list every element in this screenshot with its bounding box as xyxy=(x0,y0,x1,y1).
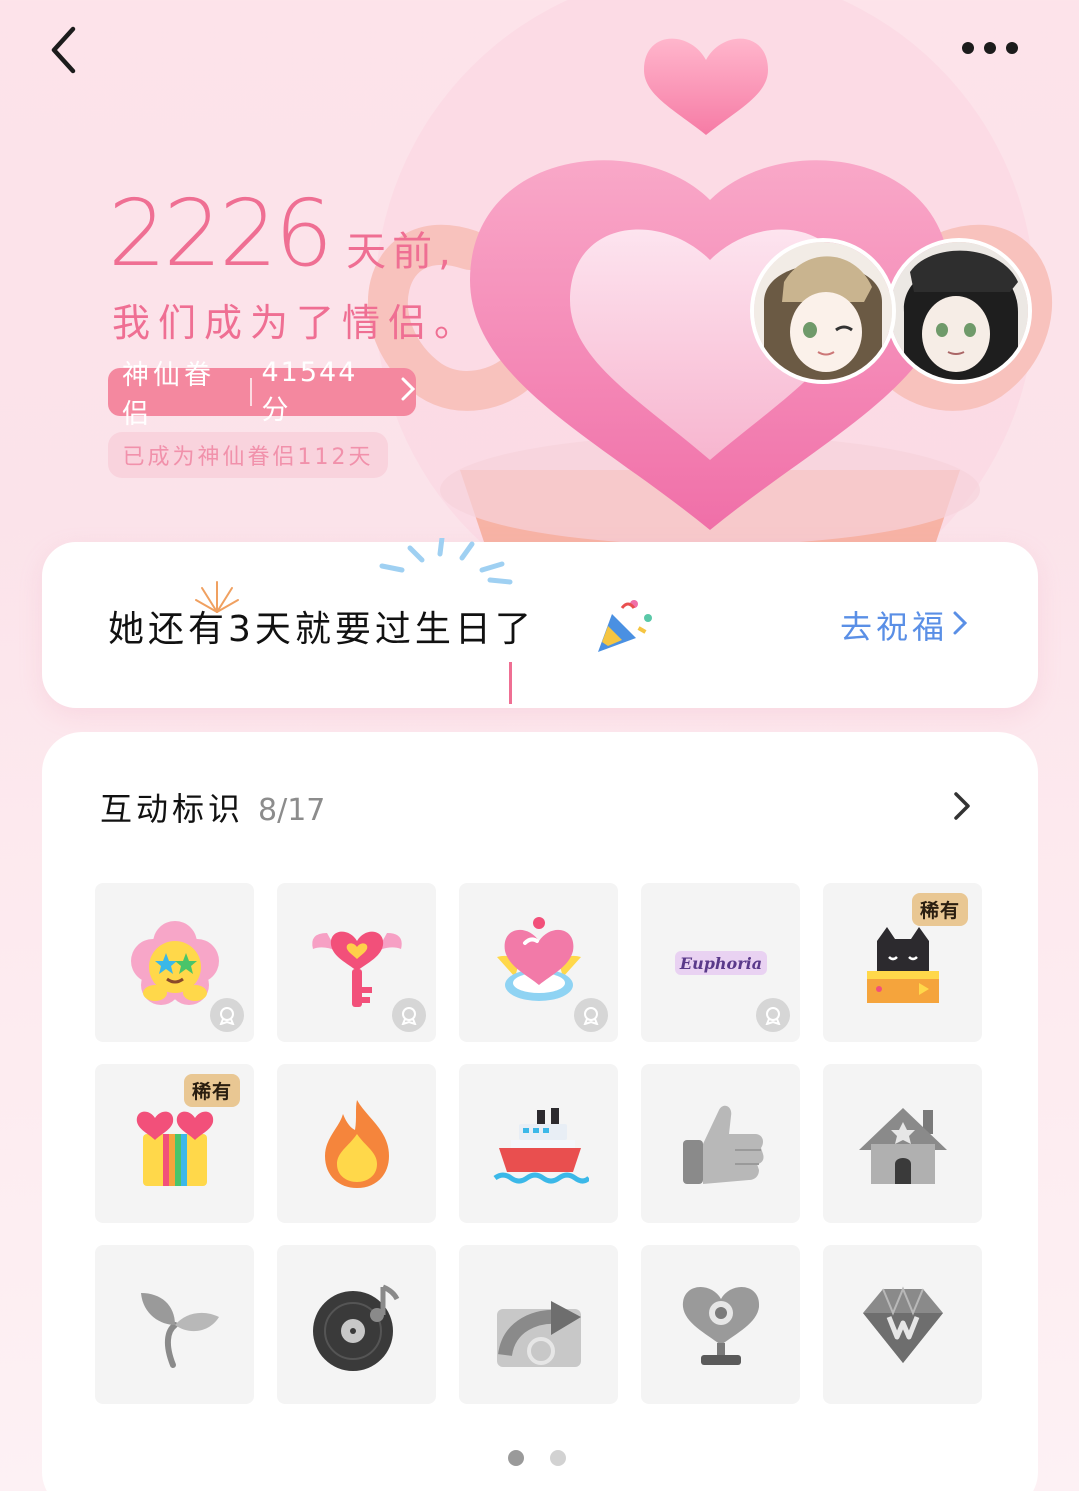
badge-black-cat[interactable]: 稀有 xyxy=(823,883,982,1042)
wear-status-icon xyxy=(210,998,244,1032)
days-suffix: 天前, xyxy=(346,229,457,275)
days-count: 2226 xyxy=(108,180,333,287)
chevron-left-icon xyxy=(51,26,76,74)
page-indicator xyxy=(508,1450,566,1466)
wear-status-icon xyxy=(574,998,608,1032)
qzone-house-icon xyxy=(858,1107,947,1184)
badge-music-record[interactable] xyxy=(277,1245,436,1404)
heart-crown-icon xyxy=(496,916,581,1001)
badge-diamond-gem[interactable] xyxy=(823,1245,982,1404)
badge-starry-flower[interactable] xyxy=(95,883,254,1042)
badge-qzone-house[interactable] xyxy=(823,1064,982,1223)
badge-heart-crown[interactable] xyxy=(459,883,618,1042)
send-wishes-label: 去祝福 xyxy=(840,608,949,646)
more-dot-icon xyxy=(962,42,974,54)
divider xyxy=(249,378,252,406)
chevron-right-icon xyxy=(954,792,970,820)
avatar[interactable] xyxy=(750,238,896,384)
badge-flame[interactable] xyxy=(277,1064,436,1223)
badge-thumbs-up[interactable] xyxy=(641,1064,800,1223)
days-together: 2226 天前, xyxy=(108,188,457,280)
badge-cruise-ship[interactable] xyxy=(459,1064,618,1223)
party-popper-icon xyxy=(598,600,652,652)
more-button[interactable] xyxy=(952,30,1028,66)
avatar[interactable] xyxy=(886,238,1032,384)
firework-icon xyxy=(379,538,513,585)
euphoria-logo-icon: Euphoria xyxy=(674,950,767,975)
wear-status-icon xyxy=(756,998,790,1032)
badges-count: 8/17 xyxy=(258,793,326,828)
flame-icon xyxy=(324,1099,389,1188)
interaction-badges-card: 互动标识 8/17 Euphoria 稀有 稀有 xyxy=(42,732,1038,1491)
thumbs-up-icon xyxy=(682,1105,764,1184)
page-dot-active[interactable] xyxy=(508,1450,524,1466)
more-dot-icon xyxy=(1006,42,1018,54)
badge-heart-key[interactable] xyxy=(277,883,436,1042)
birthday-message: 她还有3天就要过生日了 xyxy=(108,609,535,650)
rare-tag: 稀有 xyxy=(183,1074,240,1107)
badges-more-button[interactable] xyxy=(942,786,982,826)
badge-heart-trophy[interactable] xyxy=(641,1245,800,1404)
starry-eyed-flower-icon xyxy=(130,920,219,1005)
badge-euphoria[interactable]: Euphoria xyxy=(641,883,800,1042)
rare-tag: 稀有 xyxy=(911,893,968,926)
heart-key-icon xyxy=(311,931,402,1007)
send-wishes-button[interactable]: 去祝福 xyxy=(840,602,968,648)
heart-trophy-icon xyxy=(682,1286,759,1365)
text-cursor xyxy=(509,662,512,704)
cruise-ship-icon xyxy=(493,1107,589,1183)
badge-rainbow-gift[interactable]: 稀有 xyxy=(95,1064,254,1223)
back-button[interactable] xyxy=(38,22,88,78)
level-score: 41544 分 xyxy=(261,357,358,426)
level-duration-badge: 已成为神仙眷侣112天 xyxy=(108,432,388,478)
avatar-girl-illustration xyxy=(754,242,892,380)
more-dot-icon xyxy=(984,42,996,54)
badges-header: 互动标识 8/17 xyxy=(100,784,325,830)
level-name: 神仙眷侣 xyxy=(122,360,215,430)
chevron-right-icon xyxy=(952,606,968,644)
wear-status-icon xyxy=(392,998,426,1032)
page-dot[interactable] xyxy=(550,1450,566,1466)
badge-share-arrow[interactable] xyxy=(459,1245,618,1404)
share-arrow-icon xyxy=(496,1300,581,1367)
birthday-reminder-card[interactable]: 她还有3天就要过生日了 去祝福 xyxy=(42,538,1038,708)
black-cat-box-icon xyxy=(866,926,939,1003)
level-score-button[interactable]: 神仙眷侣 41544 分 xyxy=(108,357,416,430)
badge-grid: Euphoria 稀有 稀有 xyxy=(95,883,983,1404)
avatar-boy-illustration xyxy=(890,242,1028,380)
badges-title: 互动标识 xyxy=(100,790,245,828)
rainbow-gift-box-icon xyxy=(136,1111,213,1186)
svg-text:Euphoria: Euphoria xyxy=(678,954,761,973)
sprout-icon xyxy=(140,1292,219,1368)
chevron-right-icon xyxy=(400,376,416,409)
relationship-subtitle: 我们成为了情侣。 xyxy=(112,301,481,345)
music-record-icon xyxy=(312,1284,399,1371)
diamond-gem-icon xyxy=(862,1285,943,1363)
badge-sprout[interactable] xyxy=(95,1245,254,1404)
